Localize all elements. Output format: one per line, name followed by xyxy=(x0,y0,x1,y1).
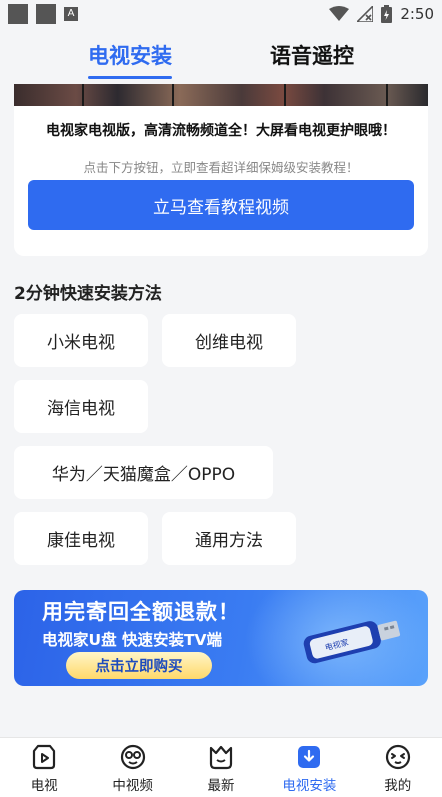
status-bar: A 2:50 xyxy=(0,0,442,28)
face-video-icon xyxy=(120,744,145,770)
battery-charging-icon xyxy=(381,5,393,23)
strip-divider xyxy=(82,84,84,106)
status-time: 2:50 xyxy=(400,5,434,23)
banner-subline: 电视家U盘 快速安装TV端 xyxy=(42,631,223,649)
nav-label: 电视 xyxy=(30,778,58,794)
download-icon xyxy=(298,746,321,768)
top-tabs: 电视安装 语音遥控 xyxy=(0,40,442,80)
nav-label: 电视安装 xyxy=(282,778,337,794)
method-general-button[interactable]: 通用方法 xyxy=(162,512,296,565)
watch-tutorial-button[interactable]: 立马查看教程视频 xyxy=(28,180,414,230)
method-huawei-tmall-oppo-button[interactable]: 华为／天猫魔盒／OPPO xyxy=(14,446,273,499)
tv-play-icon xyxy=(33,744,56,770)
strip-divider xyxy=(172,84,174,106)
usb-promo-banner[interactable]: 用完寄回全额退款！ 电视家U盘 快速安装TV端 点击立即购买 电视家 xyxy=(14,590,428,686)
nav-item-tv[interactable]: 电视 xyxy=(0,738,88,794)
crown-basket-icon xyxy=(209,745,233,770)
video-thumbnail-strip[interactable] xyxy=(14,84,428,106)
banner-headline: 用完寄回全额退款！ xyxy=(42,600,240,624)
method-hisense-button[interactable]: 海信电视 xyxy=(14,380,148,433)
notification-square-icon xyxy=(36,4,56,24)
notification-square-icon xyxy=(8,4,28,24)
wifi-icon xyxy=(329,6,350,21)
nav-label: 我的 xyxy=(384,778,412,794)
nav-label: 中视频 xyxy=(112,778,153,794)
card-subtitle: 点击下方按钮，立即查看超详细保姆级安装教程！ xyxy=(83,160,359,175)
strip-divider xyxy=(386,84,388,106)
profile-face-icon xyxy=(385,744,410,770)
card-title: 电视家电视版，高清流畅频道全！大屏看电视更护眼哦！ xyxy=(46,123,396,139)
tab-tv-install[interactable]: 电视安装 xyxy=(88,40,172,79)
nav-label: 最新 xyxy=(207,778,235,794)
tutorial-card: 电视家电视版，高清流畅频道全！大屏看电视更护眼哦！ 点击下方按钮，立即查看超详细… xyxy=(14,84,428,256)
section-title: 2分钟快速安装方法 xyxy=(14,284,162,304)
strip-divider xyxy=(284,84,286,106)
method-konka-button[interactable]: 康佳电视 xyxy=(14,512,148,565)
no-signal-icon xyxy=(357,6,374,22)
nav-item-tv-install[interactable]: 电视安装 xyxy=(265,738,353,794)
tab-voice-remote[interactable]: 语音遥控 xyxy=(270,40,354,70)
bottom-nav: 电视 中视频 最新 电视安装 我的 xyxy=(0,737,442,797)
buy-now-button[interactable]: 点击立即购买 xyxy=(66,652,212,679)
notification-a-icon: A xyxy=(64,7,78,21)
nav-item-medium-video[interactable]: 中视频 xyxy=(89,738,177,794)
method-xiaomi-button[interactable]: 小米电视 xyxy=(14,314,148,367)
usb-drive-icon: 电视家 xyxy=(303,620,401,664)
method-skyworth-button[interactable]: 创维电视 xyxy=(162,314,296,367)
nav-item-latest[interactable]: 最新 xyxy=(177,738,265,794)
nav-item-mine[interactable]: 我的 xyxy=(354,738,442,794)
